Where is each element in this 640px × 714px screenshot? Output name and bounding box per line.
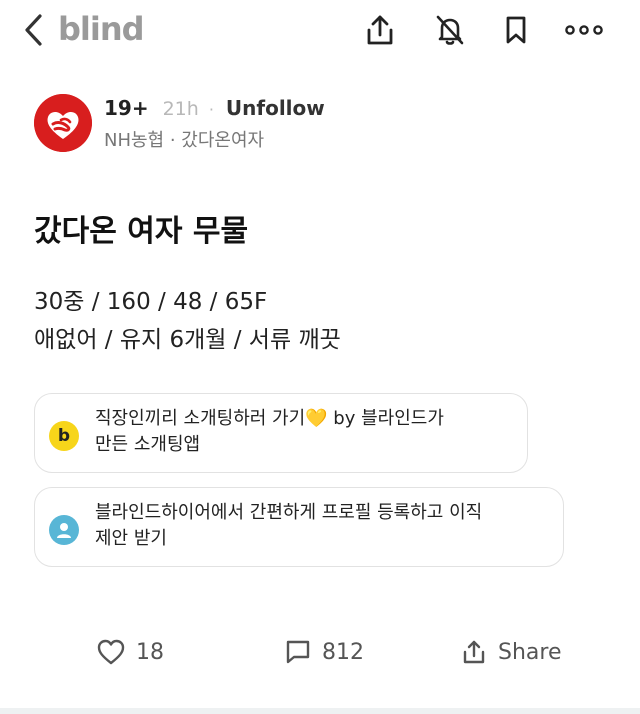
- chevron-left-icon[interactable]: [22, 12, 46, 48]
- bell-off-icon[interactable]: [432, 12, 468, 48]
- heart-icon: [97, 639, 125, 665]
- brand-logo: blind: [58, 10, 145, 48]
- avatar[interactable]: [34, 94, 92, 152]
- more-icon[interactable]: [562, 12, 606, 48]
- company-channel[interactable]: NH농협 · 갔다온여자: [104, 126, 264, 152]
- author-block: 19+ 21h · Unfollow NH농협 · 갔다온여자: [34, 94, 614, 154]
- top-bar: blind: [0, 0, 640, 62]
- action-bar: 18 812 Share: [0, 630, 640, 680]
- bookmark-icon[interactable]: [498, 12, 534, 48]
- post-page: blind 19+ 21h · Unfollow NH농협 · 갔다온여자 갔다…: [0, 0, 640, 714]
- share-button[interactable]: Share: [460, 638, 562, 666]
- comment-count: 812: [322, 639, 364, 665]
- promo-card-blind-dating[interactable]: b 직장인끼리 소개팅하러 가기💛 by 블라인드가 만든 소개팅앱: [34, 393, 528, 473]
- post-title: 갔다온 여자 무물: [34, 214, 249, 249]
- share-label: Share: [498, 639, 562, 665]
- divider: [0, 708, 640, 714]
- comment-icon: [286, 640, 310, 664]
- post-time: 21h: [162, 98, 199, 120]
- user-icon: [49, 515, 79, 545]
- comment-button[interactable]: 812: [284, 638, 364, 666]
- like-count: 18: [136, 639, 164, 665]
- promo-text: 직장인끼리 소개팅하러 가기💛 by 블라인드가 만든 소개팅앱: [95, 408, 444, 455]
- post-body-line: 30중 / 160 / 48 / 65F: [34, 289, 268, 315]
- unfollow-button[interactable]: Unfollow: [226, 96, 325, 120]
- like-button[interactable]: 18: [96, 638, 164, 666]
- share-icon: [463, 640, 485, 664]
- age-badge: 19+: [104, 96, 149, 120]
- promo-text: 블라인드하이어에서 간편하게 프로필 등록하고 이직 제안 받기: [95, 502, 483, 549]
- author-meta: 19+ 21h · Unfollow: [104, 96, 325, 120]
- share-icon[interactable]: [362, 12, 398, 48]
- separator-dot: ·: [208, 100, 214, 119]
- b-logo-icon: b: [49, 421, 79, 451]
- post-body-line: 애없어 / 유지 6개월 / 서류 깨끗: [34, 327, 341, 353]
- promo-card-blind-hire[interactable]: 블라인드하이어에서 간편하게 프로필 등록하고 이직 제안 받기: [34, 487, 564, 567]
